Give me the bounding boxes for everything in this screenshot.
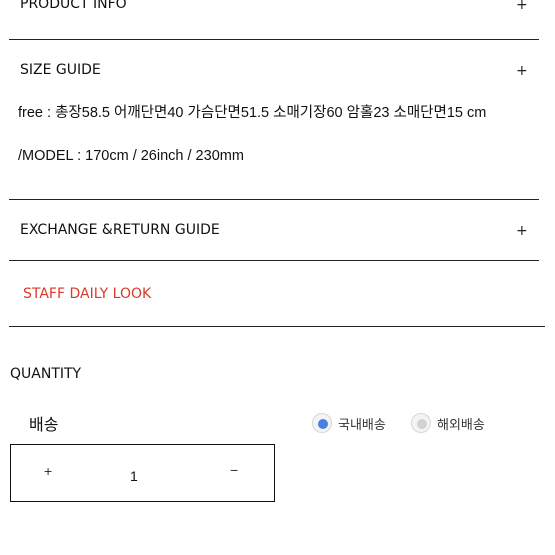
product-info-title: PRODUCT INFO <box>20 0 127 12</box>
size-guide-header[interactable]: SIZE GUIDE <box>20 62 101 78</box>
radio-selected-icon[interactable] <box>312 413 332 433</box>
divider <box>9 39 539 40</box>
model-info: /MODEL : 170cm / 26inch / 230mm <box>18 148 244 164</box>
staff-daily-look-link[interactable]: STAFF DAILY LOOK <box>23 286 151 302</box>
exchange-return-expand-icon[interactable]: + <box>516 224 528 238</box>
delivery-option-overseas[interactable]: 해외배송 <box>411 413 485 433</box>
decrement-button[interactable]: − <box>230 463 238 477</box>
delivery-option-label: 국내배송 <box>338 417 386 433</box>
increment-button[interactable]: + <box>44 464 52 478</box>
divider <box>9 199 539 200</box>
delivery-label: 배송 <box>29 415 59 434</box>
size-guide-expand-icon[interactable]: + <box>516 64 528 78</box>
divider <box>9 326 545 327</box>
radio-unselected-icon[interactable] <box>411 413 431 433</box>
product-info-header[interactable]: PRODUCT INFO <box>20 0 127 12</box>
delivery-option-domestic[interactable]: 국내배송 <box>312 413 386 433</box>
quantity-label: QUANTITY <box>10 366 82 382</box>
exchange-return-title: EXCHANGE &RETURN GUIDE <box>20 222 220 238</box>
divider <box>9 260 539 261</box>
size-measurements: free : 총장58.5 어깨단면40 가슴단면51.5 소매기장60 암홀2… <box>18 105 487 121</box>
quantity-value[interactable]: 1 <box>130 468 138 484</box>
delivery-option-label: 해외배송 <box>437 417 485 433</box>
product-info-expand-icon[interactable]: + <box>516 0 528 12</box>
quantity-stepper: + 1 − <box>10 444 275 502</box>
size-guide-title: SIZE GUIDE <box>20 62 101 78</box>
exchange-return-header[interactable]: EXCHANGE &RETURN GUIDE <box>20 222 220 238</box>
